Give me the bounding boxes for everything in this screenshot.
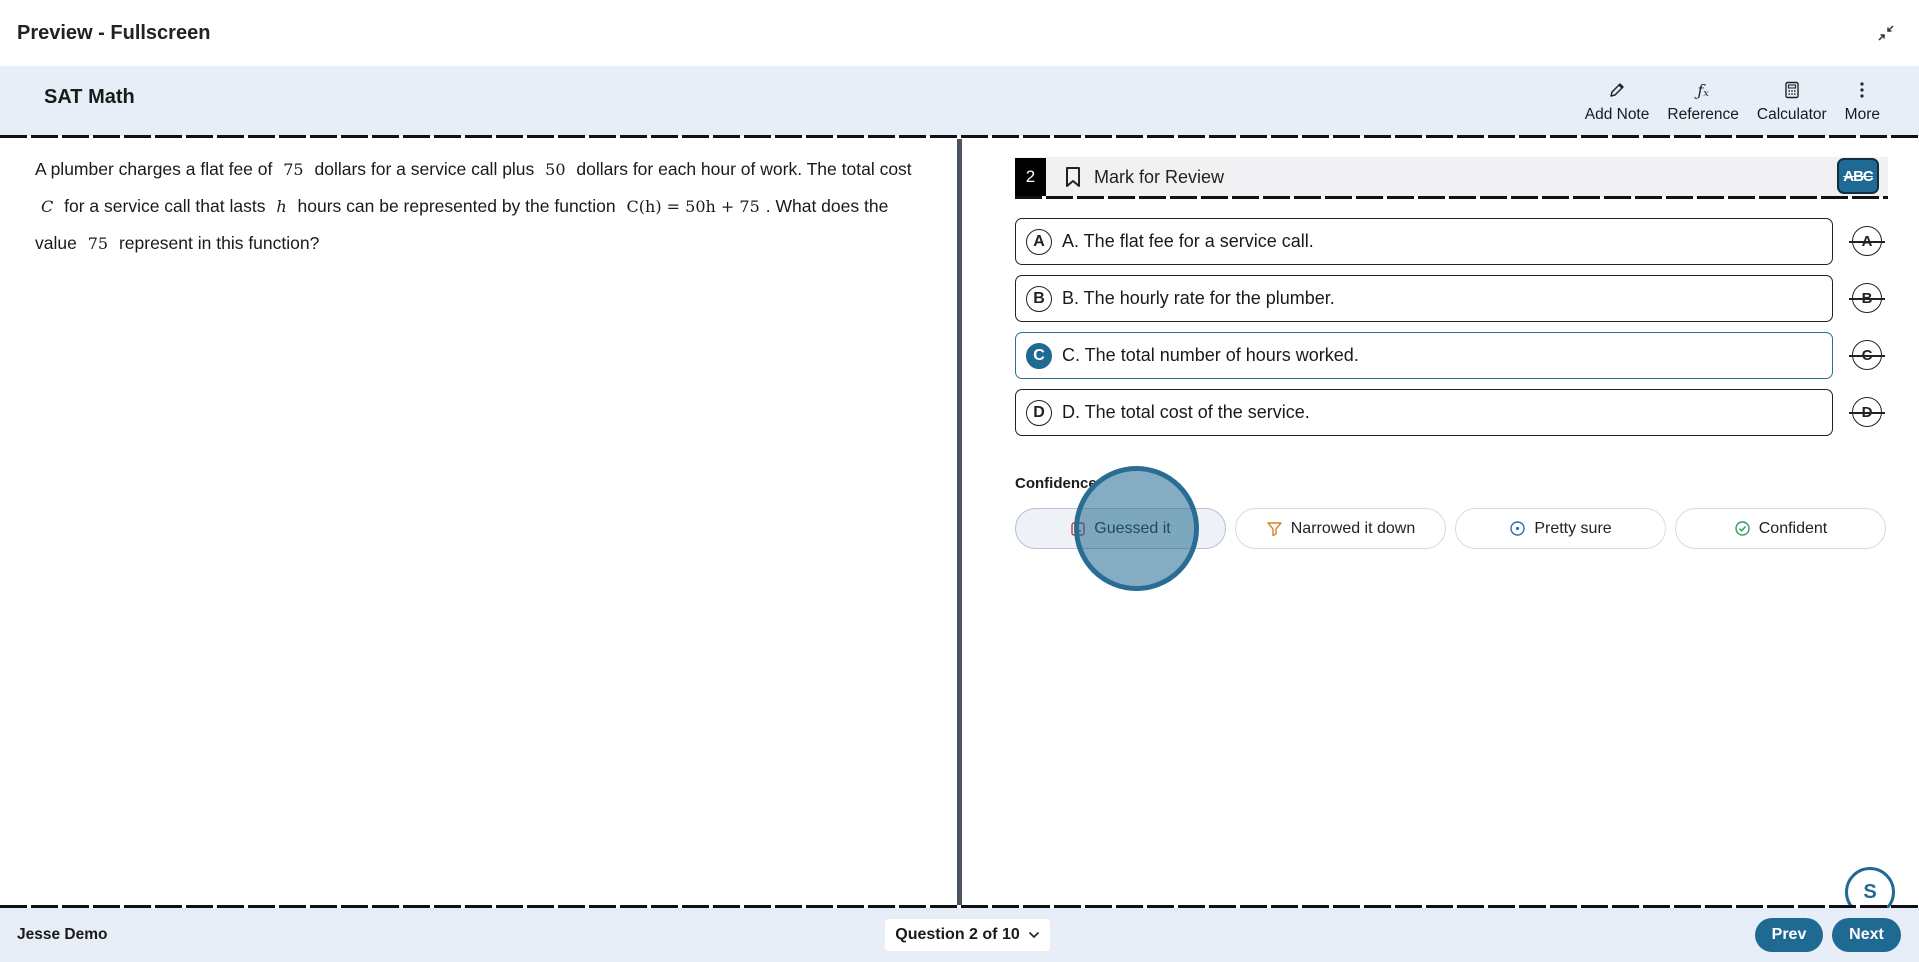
strike-choice-c-button[interactable]: C <box>1849 340 1885 370</box>
collapse-icon <box>1878 25 1894 41</box>
choice-text: B. The hourly rate for the plumber. <box>1062 288 1335 308</box>
confidence-option-label: Confident <box>1758 519 1828 537</box>
passage-pane: A plumber charges a flat fee of 75 dolla… <box>0 139 958 905</box>
chevron-down-icon <box>1028 931 1039 939</box>
calculator-label: Calculator <box>1756 106 1827 123</box>
preview-title: Preview - Fullscreen <box>17 21 211 44</box>
confidence-pretty-sure-button[interactable]: Pretty sure <box>1455 508 1666 549</box>
confidence-label: Confidence <box>1015 475 1097 492</box>
prev-button[interactable]: Prev <box>1755 918 1823 952</box>
choice-text: D. The total cost of the service. <box>1062 402 1310 422</box>
strike-choice-b-button[interactable]: B <box>1849 283 1885 313</box>
confidence-guessed-button[interactable]: Guessed it <box>1015 508 1226 549</box>
question-navigator-button[interactable]: Question 2 of 10 <box>885 919 1050 951</box>
question-number: 2 <box>1015 158 1046 196</box>
eliminate-answers-toggle[interactable]: ABC <box>1837 158 1879 194</box>
mark-for-review-label[interactable]: Mark for Review <box>1094 167 1224 188</box>
passage-segment: dollars for each hour of work. The total… <box>576 159 912 179</box>
toolbar: Add Note ƒₓ Reference Calculator More <box>1576 74 1889 130</box>
exit-fullscreen-button[interactable] <box>1873 20 1899 46</box>
preview-bar: Preview - Fullscreen <box>0 0 1919 66</box>
math-function: C(h) = 50h + 75 <box>626 197 760 216</box>
student-name: Jesse Demo <box>17 926 108 943</box>
pencil-icon <box>1608 80 1626 100</box>
confidence-option-label: Guessed it <box>1094 519 1171 537</box>
passage-segment: represent in this function? <box>118 233 320 253</box>
add-note-button[interactable]: Add Note <box>1576 74 1659 130</box>
math-variable: h <box>276 197 287 216</box>
reference-label: Reference <box>1667 106 1739 123</box>
strike-choice-a-button[interactable]: A <box>1849 226 1885 256</box>
confidence-option-label: Narrowed it down <box>1290 519 1416 537</box>
choice-letter: B <box>1026 285 1052 312</box>
math-value: 75 <box>87 234 109 253</box>
fx-icon: ƒₓ <box>1697 80 1709 100</box>
choice-letter: D <box>1026 399 1052 426</box>
more-button[interactable]: More <box>1836 74 1889 130</box>
confidence-options: Guessed it Narrowed it down Pretty sure … <box>1015 508 1886 549</box>
question-header-divider <box>1015 196 1888 199</box>
calculator-button[interactable]: Calculator <box>1748 74 1836 130</box>
add-note-label: Add Note <box>1584 106 1650 123</box>
answer-choice-b[interactable]: B B. The hourly rate for the plumber. <box>1015 275 1833 322</box>
answer-choice-c[interactable]: C C. The total number of hours worked. <box>1015 332 1833 379</box>
more-label: More <box>1844 106 1880 123</box>
header-divider <box>0 135 1919 138</box>
passage-text: A plumber charges a flat fee of 75 dolla… <box>35 151 923 262</box>
mark-for-review-button[interactable] <box>1064 166 1082 188</box>
passage-segment: A plumber charges a flat fee of <box>35 159 273 179</box>
confidence-option-label: Pretty sure <box>1534 519 1612 537</box>
question-navigator-label: Question 2 of 10 <box>895 926 1020 943</box>
confidence-confident-button[interactable]: Confident <box>1675 508 1886 549</box>
passage-segment: for a service call that lasts <box>64 196 266 216</box>
choice-text: C. The total number of hours worked. <box>1062 345 1359 365</box>
choice-letter: C <box>1026 342 1052 369</box>
passage-segment: dollars for a service call plus <box>314 159 535 179</box>
passage-segment: hours can be represented by the function <box>297 196 616 216</box>
next-button[interactable]: Next <box>1832 918 1901 952</box>
bookmark-icon <box>1066 167 1080 187</box>
test-header: SAT Math Add Note ƒₓ Reference Calculato… <box>0 66 1919 136</box>
strike-choice-d-button[interactable]: D <box>1849 397 1885 427</box>
check-circle-icon <box>1734 520 1751 537</box>
dice-icon <box>1070 521 1086 537</box>
answer-choice-d[interactable]: D D. The total cost of the service. <box>1015 389 1833 436</box>
more-vertical-icon <box>1859 80 1865 100</box>
math-variable: C <box>41 197 54 216</box>
math-value: 75 <box>283 160 304 179</box>
confidence-narrowed-button[interactable]: Narrowed it down <box>1235 508 1446 549</box>
filter-icon <box>1266 520 1283 537</box>
reference-button[interactable]: ƒₓ Reference <box>1658 74 1748 130</box>
target-icon <box>1509 520 1526 537</box>
footer: Jesse Demo Question 2 of 10 Prev Next <box>0 908 1919 962</box>
answer-choice-a[interactable]: A A. The flat fee for a service call. <box>1015 218 1833 265</box>
math-value: 50 <box>545 160 566 179</box>
choice-letter: A <box>1026 228 1052 255</box>
question-header: 2 Mark for Review ABC <box>1015 157 1888 197</box>
test-title: SAT Math <box>44 86 135 108</box>
calculator-icon <box>1784 80 1800 100</box>
choice-text: A. The flat fee for a service call. <box>1062 231 1314 251</box>
question-pane: 2 Mark for Review ABC A A. The flat fee … <box>962 139 1919 905</box>
